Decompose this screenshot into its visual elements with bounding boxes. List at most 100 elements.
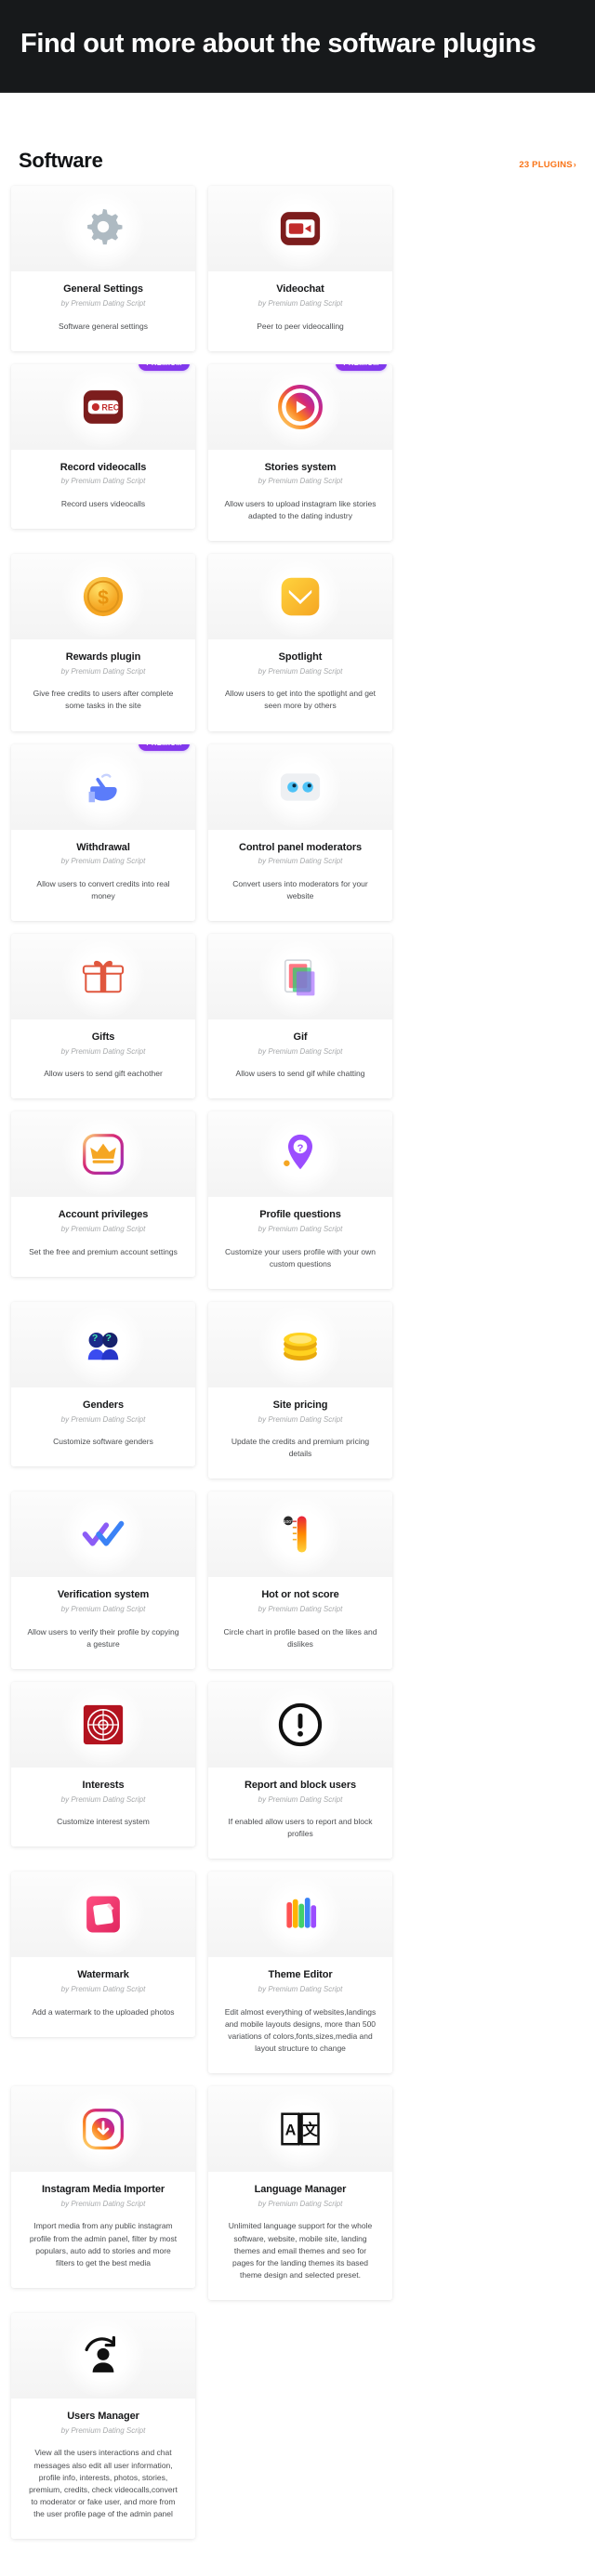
plugin-card[interactable]: PREMIUM Stories system by Premium Dating S… bbox=[208, 363, 392, 542]
plugin-card[interactable]: 100° Hot or not score by Premium Dating Sc… bbox=[208, 1492, 392, 1669]
plugin-description: Allow users to verify their profile by c… bbox=[27, 1626, 179, 1649]
plugin-card-media bbox=[11, 1872, 195, 1958]
plugin-card-media: PREMIUM bbox=[11, 743, 195, 830]
plugin-card-media: PREMIUM bbox=[208, 363, 392, 450]
plugin-card-body: Users Manager by Premium Dating Script Vie… bbox=[11, 2399, 195, 2540]
plugin-card-media: ?? bbox=[11, 1301, 195, 1387]
plugin-title: General Settings bbox=[63, 283, 143, 296]
plugin-card-media bbox=[11, 186, 195, 272]
plugin-grid: General Settings by Premium Dating Script… bbox=[0, 186, 595, 2576]
plugin-title: Videochat bbox=[276, 283, 324, 296]
plugin-card[interactable]: Gif by Premium Dating Script Allow users t… bbox=[208, 934, 392, 1099]
plugin-card[interactable]: PREMIUM Withdrawal by Premium Dating Scrip… bbox=[11, 743, 195, 922]
plugin-card-body: Genders by Premium Dating Script Customize… bbox=[11, 1387, 195, 1467]
plugin-card[interactable]: Account privileges by Premium Dating Scri… bbox=[11, 1111, 195, 1277]
plugin-card-media bbox=[208, 1872, 392, 1958]
plugin-card-body: Gifts by Premium Dating Script Allow users… bbox=[11, 1019, 195, 1099]
moderators-icon bbox=[276, 763, 324, 811]
plugin-author: by Premium Dating Script bbox=[60, 1046, 146, 1056]
plugin-card[interactable]: Control panel moderators by Premium Datin… bbox=[208, 743, 392, 922]
plugin-card[interactable]: Videochat by Premium Dating Script Peer to… bbox=[208, 186, 392, 351]
plugin-card-media bbox=[208, 1681, 392, 1768]
plugin-title: Verification system bbox=[57, 1589, 150, 1601]
plugin-card-body: Profile questions by Premium Dating Scrip… bbox=[208, 1197, 392, 1289]
plugin-card-media bbox=[208, 743, 392, 830]
plugin-description: If enabled allow users to report and blo… bbox=[228, 1817, 373, 1839]
plugin-title: Watermark bbox=[77, 1969, 129, 1981]
plugin-card[interactable]: Site pricing by Premium Dating Script Upda… bbox=[208, 1301, 392, 1479]
svg-text:A: A bbox=[285, 2123, 297, 2139]
plugin-author: by Premium Dating Script bbox=[258, 1225, 343, 1234]
plugin-card-body: Theme Editor by Premium Dating Script Edit… bbox=[208, 1957, 392, 2074]
plugin-title: Instagram Media Importer bbox=[41, 2184, 165, 2196]
plugin-card[interactable]: $ Rewards plugin by Premium Dating Script G… bbox=[11, 554, 195, 731]
plugin-description: Convert users into moderators for your w… bbox=[232, 878, 368, 900]
plugin-card-media bbox=[11, 1681, 195, 1768]
plugin-author: by Premium Dating Script bbox=[258, 477, 343, 486]
plugin-card[interactable]: Watermark by Premium Dating Script Add a w… bbox=[11, 1872, 195, 2037]
plugin-author: by Premium Dating Script bbox=[258, 1046, 343, 1056]
withdrawal-icon bbox=[79, 763, 127, 811]
plugin-description: Peer to peer videocalling bbox=[257, 321, 344, 331]
plugin-card-body: Rewards plugin by Premium Dating Script Gi… bbox=[11, 639, 195, 731]
coins-stack-icon bbox=[276, 1321, 324, 1369]
plugin-card[interactable]: Verification system by Premium Dating Scr… bbox=[11, 1492, 195, 1669]
plugin-title: Profile questions bbox=[259, 1209, 341, 1221]
plugin-card[interactable]: ? Profile questions by Premium Dating Scri… bbox=[208, 1111, 392, 1289]
plugins-count-link[interactable]: 23 PLUGINS› bbox=[519, 160, 576, 170]
svg-text:REC: REC bbox=[101, 402, 119, 412]
language-icon: A文 bbox=[276, 2105, 324, 2153]
plugin-description: Customize software genders bbox=[53, 1437, 153, 1447]
plugin-description: View all the users interactions and chat… bbox=[29, 2448, 178, 2519]
plugin-card[interactable]: Theme Editor by Premium Dating Script Edit… bbox=[208, 1872, 392, 2074]
plugins-count-label: 23 PLUGINS bbox=[519, 160, 573, 171]
double-check-icon bbox=[79, 1510, 127, 1558]
plugin-title: Theme Editor bbox=[268, 1969, 333, 1981]
record-icon: REC bbox=[79, 383, 127, 431]
svg-text:?: ? bbox=[92, 1333, 98, 1344]
chevron-right-icon: › bbox=[573, 160, 576, 170]
plugin-card-media: PREMIUM REC bbox=[11, 363, 195, 450]
plugin-description: Allow users to get into the spotlight an… bbox=[224, 689, 377, 711]
plugin-description: Set the free and premium account setting… bbox=[29, 1246, 178, 1256]
plugin-title: Report and block users bbox=[244, 1779, 357, 1791]
plugin-author: by Premium Dating Script bbox=[60, 1794, 146, 1804]
svg-text:100°: 100° bbox=[284, 1519, 293, 1525]
plugin-card-media bbox=[11, 2086, 195, 2173]
plugin-card[interactable]: A 文 Language Manager by Premium Dating Scri… bbox=[208, 2086, 392, 2301]
plugin-card[interactable]: Spotlight by Premium Dating Script Allow u… bbox=[208, 554, 392, 731]
plugin-card-body: Record videocalls by Premium Dating Scrip… bbox=[11, 449, 195, 529]
users-manager-icon bbox=[79, 2332, 127, 2380]
plugin-title: Language Manager bbox=[254, 2184, 347, 2196]
plugin-card-body: Interests by Premium Dating Script Customi… bbox=[11, 1767, 195, 1847]
plugin-card[interactable]: Interests by Premium Dating Script Customi… bbox=[11, 1681, 195, 1847]
page-title: Find out more about the software plugins bbox=[20, 29, 536, 59]
plugin-card-media bbox=[11, 1111, 195, 1198]
spotlight-icon bbox=[276, 572, 324, 621]
genders-icon: ?? bbox=[79, 1321, 127, 1369]
plugin-card[interactable]: Users Manager by Premium Dating Script Vie… bbox=[11, 2313, 195, 2540]
plugin-author: by Premium Dating Script bbox=[60, 1414, 146, 1424]
plugin-card-body: Report and block users by Premium Dating … bbox=[208, 1767, 392, 1860]
plugin-card[interactable]: ?? Genders by Premium Dating Script Customi… bbox=[11, 1301, 195, 1467]
plugin-card[interactable]: General Settings by Premium Dating Script… bbox=[11, 186, 195, 351]
plugin-author: by Premium Dating Script bbox=[60, 477, 146, 486]
plugin-title: Rewards plugin bbox=[65, 651, 141, 664]
plugin-description: Edit almost everything of websites,landi… bbox=[224, 2006, 377, 2054]
videocamera-icon bbox=[276, 204, 324, 253]
plugin-card-body: Site pricing by Premium Dating Script Upda… bbox=[208, 1387, 392, 1479]
premium-badge: PREMIUM bbox=[139, 363, 190, 371]
plugin-description: Software general settings bbox=[59, 321, 148, 331]
plugin-author: by Premium Dating Script bbox=[60, 666, 146, 676]
plugin-card[interactable]: Report and block users by Premium Dating … bbox=[208, 1681, 392, 1860]
plugin-card-media: $ bbox=[11, 554, 195, 640]
plugin-card[interactable]: Gifts by Premium Dating Script Allow users… bbox=[11, 934, 195, 1099]
plugin-title: Interests bbox=[82, 1779, 125, 1791]
plugin-card[interactable]: PREMIUM REC Record videocalls by Premium Da… bbox=[11, 363, 195, 529]
thermometer-icon: 100° bbox=[276, 1510, 324, 1558]
plugin-title: Users Manager bbox=[67, 2411, 139, 2423]
coin-icon: $ bbox=[79, 572, 127, 621]
instagram-import-icon bbox=[79, 2105, 127, 2153]
plugin-card[interactable]: Instagram Media Importer by Premium Datin… bbox=[11, 2086, 195, 2289]
svg-text:文: 文 bbox=[302, 2122, 318, 2139]
